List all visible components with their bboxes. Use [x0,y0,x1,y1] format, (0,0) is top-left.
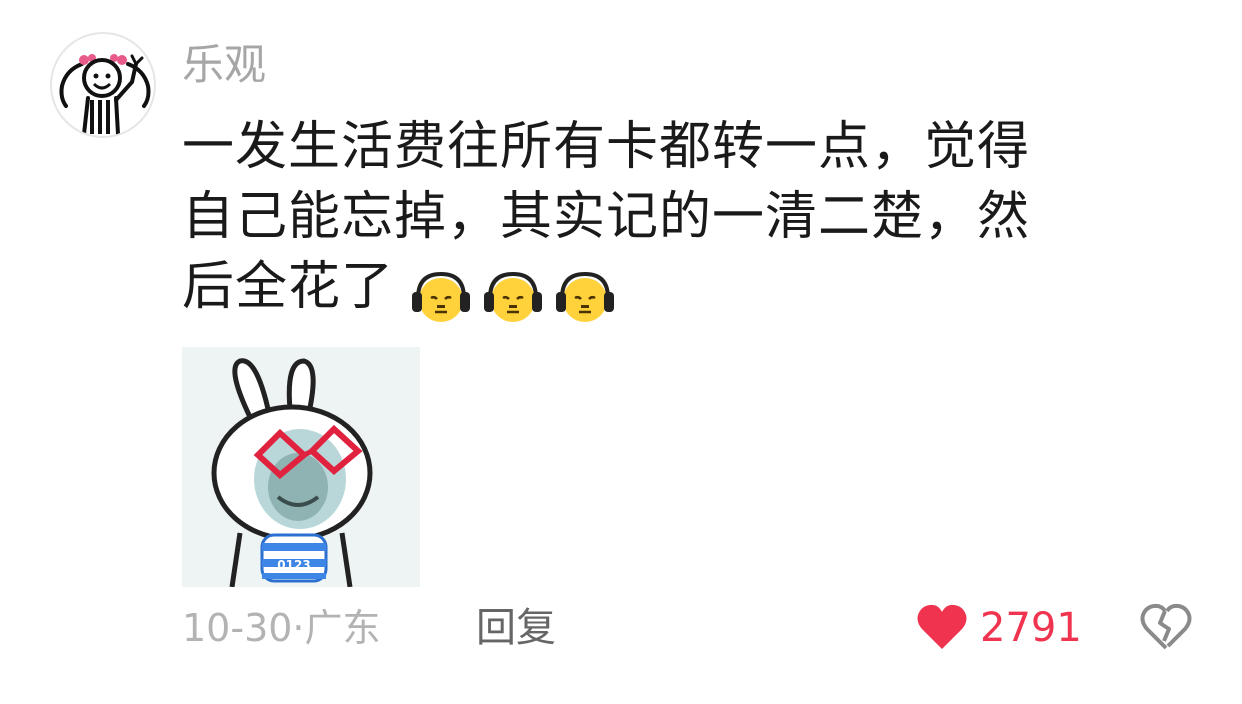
like-button[interactable] [916,603,968,651]
comment-text: 一发生活费往所有卡都转一点，觉得 自己能忘掉，其实记的一清二楚，然 后全花了 [182,112,1182,322]
dislike-button[interactable] [1140,603,1192,651]
emoji-row [408,260,624,330]
reply-button[interactable]: 回复 [476,600,556,656]
comment-line-1: 一发生活费往所有卡都转一点，觉得 [182,117,1031,177]
headphone-emoji-icon [484,271,543,322]
stick-figure-avatar-icon [59,54,151,136]
heart-icon [917,604,967,649]
user-avatar[interactable] [50,32,156,138]
comment-line-2: 自己能忘掉，其实记的一清二楚，然 [182,187,1031,247]
comment-line-3: 后全花了 [182,252,1182,322]
headphone-emoji-icon [412,271,471,322]
meta-separator: · [292,606,305,650]
broken-heart-icon [1140,603,1192,650]
sticker-image[interactable]: 0123 [182,347,420,587]
comment-line-3-text: 后全花了 [182,257,395,317]
headphone-emoji-icon [556,271,615,322]
sticker-jersey-text: 0123 [277,558,310,572]
comment-date: 10-30 [182,606,293,650]
comment-meta: 10-30·广东 [182,600,381,656]
username[interactable]: 乐观 [182,40,266,90]
comment-location: 广东 [304,606,381,650]
like-count: 2791 [980,605,1082,651]
rabbit-glasses-sticker-icon: 0123 [182,347,420,587]
